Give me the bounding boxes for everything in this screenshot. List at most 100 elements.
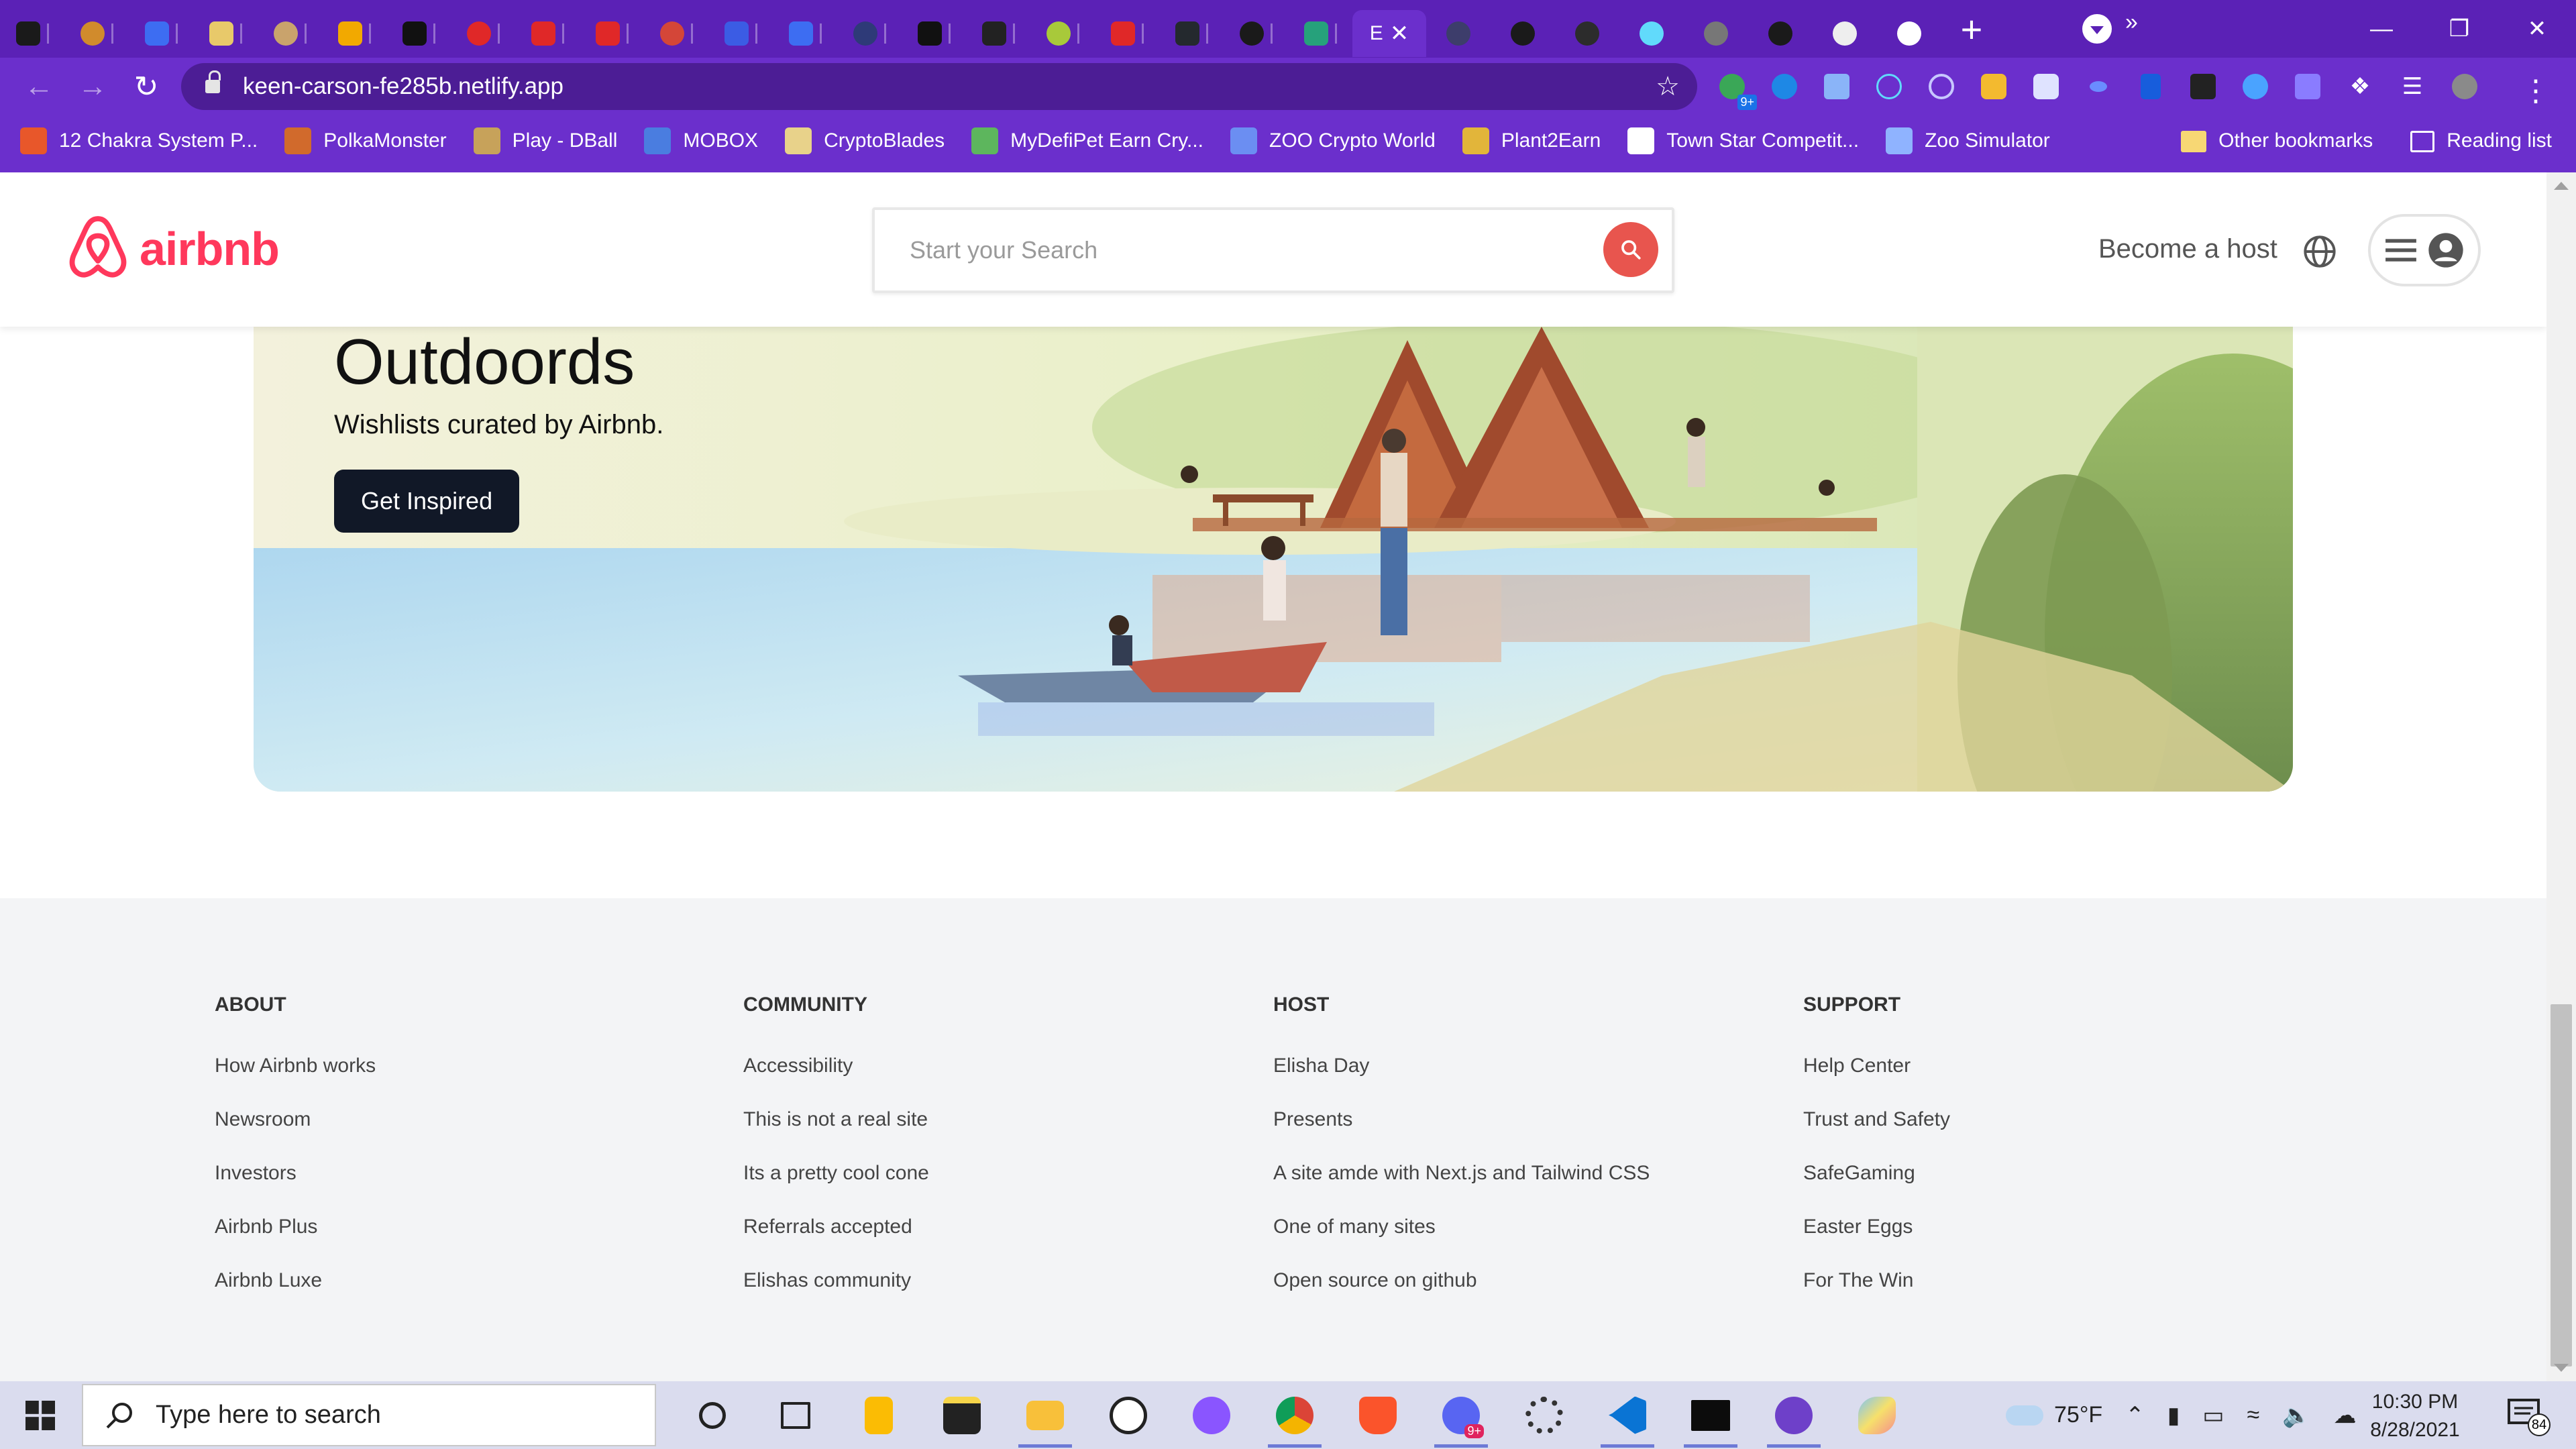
- scroll-down-arrow[interactable]: [2554, 1364, 2569, 1372]
- forward-icon[interactable]: →: [66, 60, 119, 113]
- extension-icon[interactable]: 9+: [1714, 68, 1757, 110]
- battery-icon[interactable]: ▮: [2167, 1402, 2180, 1429]
- discord-icon[interactable]: 9+: [1419, 1381, 1503, 1449]
- become-host-link[interactable]: Become a host: [2098, 234, 2277, 264]
- browser-tab[interactable]: [386, 10, 451, 57]
- vscode-icon[interactable]: [1586, 1381, 1669, 1449]
- bookmark-item[interactable]: ZOO Crypto World: [1230, 127, 1436, 154]
- weather-icon[interactable]: [2006, 1405, 2043, 1426]
- browser-tab[interactable]: [1288, 10, 1352, 57]
- bookmark-item[interactable]: 12 Chakra System P...: [20, 127, 258, 154]
- other-bookmarks[interactable]: Other bookmarks: [2181, 129, 2373, 153]
- browser-tab[interactable]: [966, 10, 1030, 57]
- footer-link[interactable]: Help Center: [1803, 1039, 1950, 1093]
- browser-tab[interactable]: [837, 10, 902, 57]
- start-button[interactable]: [0, 1381, 80, 1449]
- extension-icon[interactable]: [2290, 68, 2326, 105]
- browser-tab[interactable]: [1684, 10, 1748, 57]
- device-icon[interactable]: ▭: [2202, 1402, 2224, 1429]
- browser-tab[interactable]: [902, 10, 966, 57]
- chrome-icon[interactable]: [1253, 1381, 1336, 1449]
- volume-icon[interactable]: 🔈: [2282, 1402, 2310, 1429]
- brave-icon[interactable]: [1336, 1381, 1419, 1449]
- footer-link[interactable]: How Airbnb works: [215, 1039, 376, 1093]
- scroll-up-arrow[interactable]: [2554, 182, 2569, 190]
- user-menu-button[interactable]: [2368, 214, 2481, 286]
- browser-tab[interactable]: [1877, 10, 1941, 57]
- keep-notes-icon[interactable]: [837, 1381, 920, 1449]
- browser-tab[interactable]: [1426, 10, 1491, 57]
- search-bar[interactable]: Start your Search: [872, 207, 1674, 293]
- bookmark-item[interactable]: Play - DBall: [473, 127, 617, 154]
- bookmarks-more-icon[interactable]: »: [2125, 9, 2138, 36]
- footer-link[interactable]: Open source on github: [1273, 1254, 1650, 1307]
- bookmark-star-icon[interactable]: ☆: [1656, 71, 1680, 102]
- browser-tab[interactable]: [1813, 10, 1877, 57]
- new-tab-button[interactable]: +: [1941, 7, 2002, 51]
- get-inspired-button[interactable]: Get Inspired: [334, 470, 520, 533]
- weather-temp[interactable]: 75°F: [2054, 1402, 2102, 1428]
- extension-icon[interactable]: [1766, 68, 1803, 105]
- footer-link[interactable]: Elishas community: [743, 1254, 929, 1307]
- bookmark-item[interactable]: PolkaMonster: [284, 127, 447, 154]
- tray-expand-icon[interactable]: ⌃: [2125, 1402, 2145, 1429]
- footer-link[interactable]: Investors: [215, 1146, 376, 1200]
- bookmark-item[interactable]: MOBOX: [644, 127, 758, 154]
- close-window-button[interactable]: ✕: [2498, 0, 2576, 58]
- footer-link[interactable]: Newsroom: [215, 1093, 376, 1146]
- close-tab-icon[interactable]: ✕: [1390, 20, 1409, 47]
- browser-tab[interactable]: [322, 10, 386, 57]
- browser-tab[interactable]: [1030, 10, 1095, 57]
- browser-tab[interactable]: [0, 10, 64, 57]
- taskbar-clock[interactable]: 10:30 PM 8/28/2021: [2361, 1388, 2469, 1444]
- footer-link[interactable]: Airbnb Luxe: [215, 1254, 376, 1307]
- footer-link[interactable]: Trust and Safety: [1803, 1093, 1950, 1146]
- scroll-thumb[interactable]: [2551, 1004, 2572, 1366]
- bookmark-item[interactable]: Plant2Earn: [1462, 127, 1601, 154]
- cortana-icon[interactable]: [671, 1381, 754, 1449]
- page-scrollbar[interactable]: [2546, 172, 2576, 1381]
- bookmark-item[interactable]: CryptoBlades: [785, 127, 945, 154]
- browser-tab[interactable]: [1095, 10, 1159, 57]
- bookmark-item[interactable]: Zoo Simulator: [1886, 127, 2050, 154]
- paint-icon[interactable]: [1835, 1381, 1919, 1449]
- browser-tab[interactable]: [129, 10, 193, 57]
- footer-link[interactable]: Airbnb Plus: [215, 1200, 376, 1254]
- extension-icon[interactable]: [2237, 68, 2273, 105]
- footer-link[interactable]: Its a pretty cool cone: [743, 1146, 929, 1200]
- browser-tab[interactable]: [773, 10, 837, 57]
- back-icon[interactable]: ←: [12, 60, 66, 113]
- browser-tab[interactable]: [580, 10, 644, 57]
- footer-link[interactable]: A site amde with Next.js and Tailwind CS…: [1273, 1146, 1650, 1200]
- tab-search-icon[interactable]: [2082, 14, 2112, 44]
- react-devtools-icon[interactable]: [1871, 68, 1907, 105]
- footer-link[interactable]: For The Win: [1803, 1254, 1950, 1307]
- browser-tab[interactable]: [1748, 10, 1813, 57]
- app-icon[interactable]: [1087, 1381, 1170, 1449]
- search-button[interactable]: [1603, 222, 1658, 277]
- browser-tab[interactable]: [708, 10, 773, 57]
- footer-link[interactable]: Presents: [1273, 1093, 1650, 1146]
- footer-link[interactable]: Easter Eggs: [1803, 1200, 1950, 1254]
- globe-icon[interactable]: [2302, 234, 2337, 272]
- browser-tab[interactable]: [64, 10, 129, 57]
- footer-link[interactable]: One of many sites: [1273, 1200, 1650, 1254]
- profile-avatar[interactable]: [2447, 68, 2483, 105]
- wifi-icon[interactable]: ≈: [2247, 1402, 2260, 1428]
- bookmark-item[interactable]: MyDefiPet Earn Cry...: [971, 127, 1203, 154]
- taskbar-search-input[interactable]: Type here to search: [156, 1401, 381, 1430]
- github-desktop-icon[interactable]: [1752, 1381, 1835, 1449]
- sticky-notes-icon[interactable]: [920, 1381, 1004, 1449]
- browser-tab[interactable]: [193, 10, 258, 57]
- search-input[interactable]: Start your Search: [910, 236, 1097, 264]
- extensions-puzzle-icon[interactable]: ❖: [2342, 68, 2378, 105]
- browser-tab[interactable]: [1619, 10, 1684, 57]
- extension-icon[interactable]: [2185, 68, 2221, 105]
- task-view-icon[interactable]: [754, 1381, 837, 1449]
- browser-tab-active[interactable]: E ✕: [1352, 10, 1426, 57]
- bookmark-item[interactable]: Town Star Competit...: [1627, 127, 1859, 154]
- address-bar[interactable]: keen-carson-fe285b.netlify.app ☆: [181, 63, 1697, 110]
- footer-link[interactable]: Elisha Day: [1273, 1039, 1650, 1093]
- minimize-button[interactable]: —: [2343, 0, 2420, 58]
- extension-icon[interactable]: [1819, 68, 1855, 105]
